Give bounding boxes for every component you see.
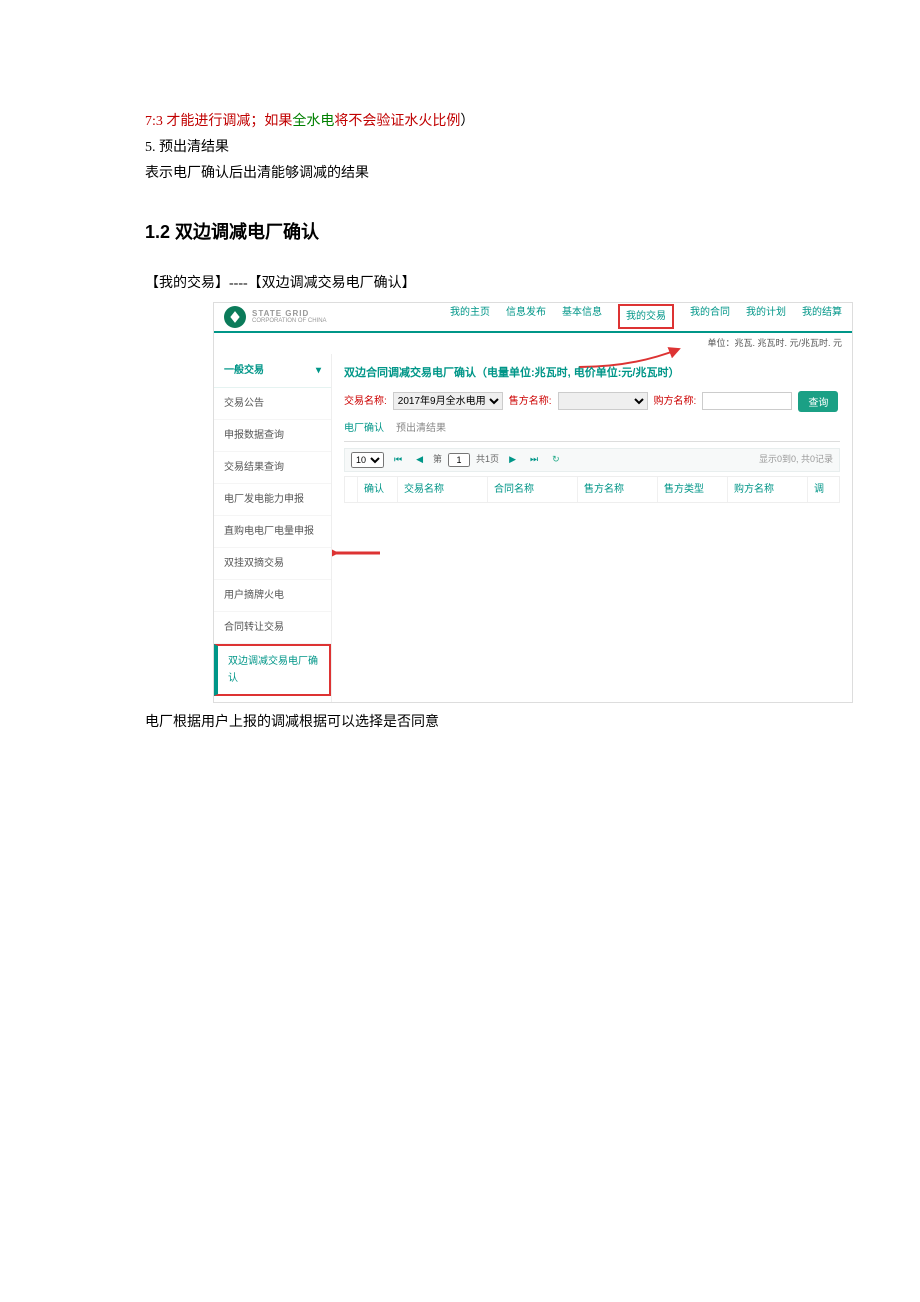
nav-my-trade[interactable]: 我的交易 — [618, 304, 674, 329]
pager-info: 显示0到0, 共0记录 — [759, 452, 833, 467]
sidebar-item-announcement[interactable]: 交易公告 — [214, 388, 331, 420]
grid-header: 确认 交易名称 合同名称 售方名称 售方类型 购方名称 调 — [344, 476, 840, 503]
page-title: 双边合同调减交易电厂确认（电量单位:兆瓦时, 电价单位:元/兆瓦时） — [344, 364, 840, 383]
intro-green: 全水电 — [292, 114, 334, 129]
gh-trade-name[interactable]: 交易名称 — [398, 477, 488, 502]
content-area: 双边合同调减交易电厂确认（电量单位:兆瓦时, 电价单位:元/兆瓦时） 交易名称:… — [332, 354, 852, 702]
tab-row: 电厂确认 预出清结果 — [344, 420, 840, 442]
intro-paren: ） — [460, 114, 474, 129]
pager-page-input[interactable] — [448, 453, 470, 467]
trade-name-select[interactable]: 2017年9月全水电用户 — [393, 392, 503, 410]
seller-select[interactable] — [558, 392, 648, 410]
label-trade-name: 交易名称: — [344, 393, 387, 410]
app-screenshot: STATE GRID CORPORATION OF CHINA 我的主页 信息发… — [213, 302, 853, 703]
page-size-select[interactable]: 10 — [351, 452, 384, 468]
query-button[interactable]: 查询 — [798, 391, 838, 412]
sidebar-item-user-thermal[interactable]: 用户摘牌火电 — [214, 580, 331, 612]
nav-home[interactable]: 我的主页 — [450, 304, 490, 329]
sidebar-item-bilateral-reduce[interactable]: 双边调减交易电厂确认 — [214, 644, 331, 696]
filter-row: 交易名称: 2017年9月全水电用户 售方名称: 购方名称: 查询 — [344, 391, 840, 412]
pager-total-pages: 共1页 — [476, 452, 499, 467]
gh-contract-name[interactable]: 合同名称 — [488, 477, 578, 502]
nav-settle[interactable]: 我的结算 — [802, 304, 842, 329]
intro-line-3: 表示电厂确认后出清能够调减的结果 — [145, 162, 785, 186]
grid-checkbox-col[interactable] — [345, 477, 358, 502]
chevron-down-icon: ▾ — [316, 362, 321, 379]
label-seller: 售方名称: — [509, 393, 552, 410]
sidebar-item-direct-report[interactable]: 直购电电厂电量申报 — [214, 516, 331, 548]
nav-info[interactable]: 信息发布 — [506, 304, 546, 329]
logo-title: STATE GRID — [252, 310, 327, 318]
app-logo: STATE GRID CORPORATION OF CHINA — [224, 306, 327, 328]
unit-bar: 单位：兆瓦. 兆瓦时. 元/兆瓦时. 元 — [214, 333, 852, 354]
intro-line-2: 5. 预出清结果 — [145, 136, 785, 160]
sidebar-item-double-listing[interactable]: 双挂双摘交易 — [214, 548, 331, 580]
intro-line-1: 7:3 才能进行调减；如果全水电将不会验证水火比例） — [145, 110, 785, 134]
pager-prev-icon[interactable]: ◀ — [412, 452, 427, 467]
intro-red-b: 将不会验证水火比例 — [334, 114, 460, 129]
pager-row: 10 ⏮ ◀ 第 共1页 ▶ ⏭ ↻ 显示0到0, 共0记录 — [344, 448, 840, 472]
gh-seller-type[interactable]: 售方类型 — [658, 477, 728, 502]
sidebar-item-report-query[interactable]: 申报数据查询 — [214, 420, 331, 452]
sidebar-header-label: 一般交易 — [224, 362, 264, 379]
sidebar-item-contract-transfer[interactable]: 合同转让交易 — [214, 612, 331, 644]
sidebar-item-capacity-report[interactable]: 电厂发电能力申报 — [214, 484, 331, 516]
nav-contract[interactable]: 我的合同 — [690, 304, 730, 329]
tab-confirm[interactable]: 电厂确认 — [344, 420, 384, 437]
tab-preclear[interactable]: 预出清结果 — [396, 420, 446, 437]
pager-next-icon[interactable]: ▶ — [505, 452, 520, 467]
section-heading: 1.2 双边调减电厂确认 — [145, 217, 785, 248]
sidebar-header[interactable]: 一般交易 ▾ — [214, 354, 331, 388]
pager-last-icon[interactable]: ⏭ — [526, 452, 542, 467]
breadcrumb-text: 【我的交易】----【双边调减交易电厂确认】 — [145, 272, 785, 296]
gh-confirm[interactable]: 确认 — [358, 477, 398, 502]
logo-icon — [224, 306, 246, 328]
sidebar: 一般交易 ▾ 交易公告 申报数据查询 交易结果查询 电厂发电能力申报 直购电电厂… — [214, 354, 332, 702]
top-bar: STATE GRID CORPORATION OF CHINA 我的主页 信息发… — [214, 303, 852, 333]
nav-plan[interactable]: 我的计划 — [746, 304, 786, 329]
gh-seller-name[interactable]: 售方名称 — [578, 477, 658, 502]
pager-page-prefix: 第 — [433, 452, 442, 467]
label-buyer: 购方名称: — [654, 393, 697, 410]
gh-adjust[interactable]: 调 — [808, 477, 839, 502]
buyer-input[interactable] — [702, 392, 792, 410]
nav-basic[interactable]: 基本信息 — [562, 304, 602, 329]
footer-note: 电厂根据用户上报的调减根据可以选择是否同意 — [145, 711, 785, 735]
pager-first-icon[interactable]: ⏮ — [390, 452, 406, 467]
intro-red-a: 7:3 才能进行调减；如果 — [145, 114, 292, 129]
sidebar-item-result-query[interactable]: 交易结果查询 — [214, 452, 331, 484]
top-nav: 我的主页 信息发布 基本信息 我的交易 我的合同 我的计划 我的结算 — [450, 304, 842, 329]
gh-buyer-name[interactable]: 购方名称 — [728, 477, 808, 502]
logo-subtitle: CORPORATION OF CHINA — [252, 318, 327, 324]
refresh-icon[interactable]: ↻ — [548, 452, 564, 467]
